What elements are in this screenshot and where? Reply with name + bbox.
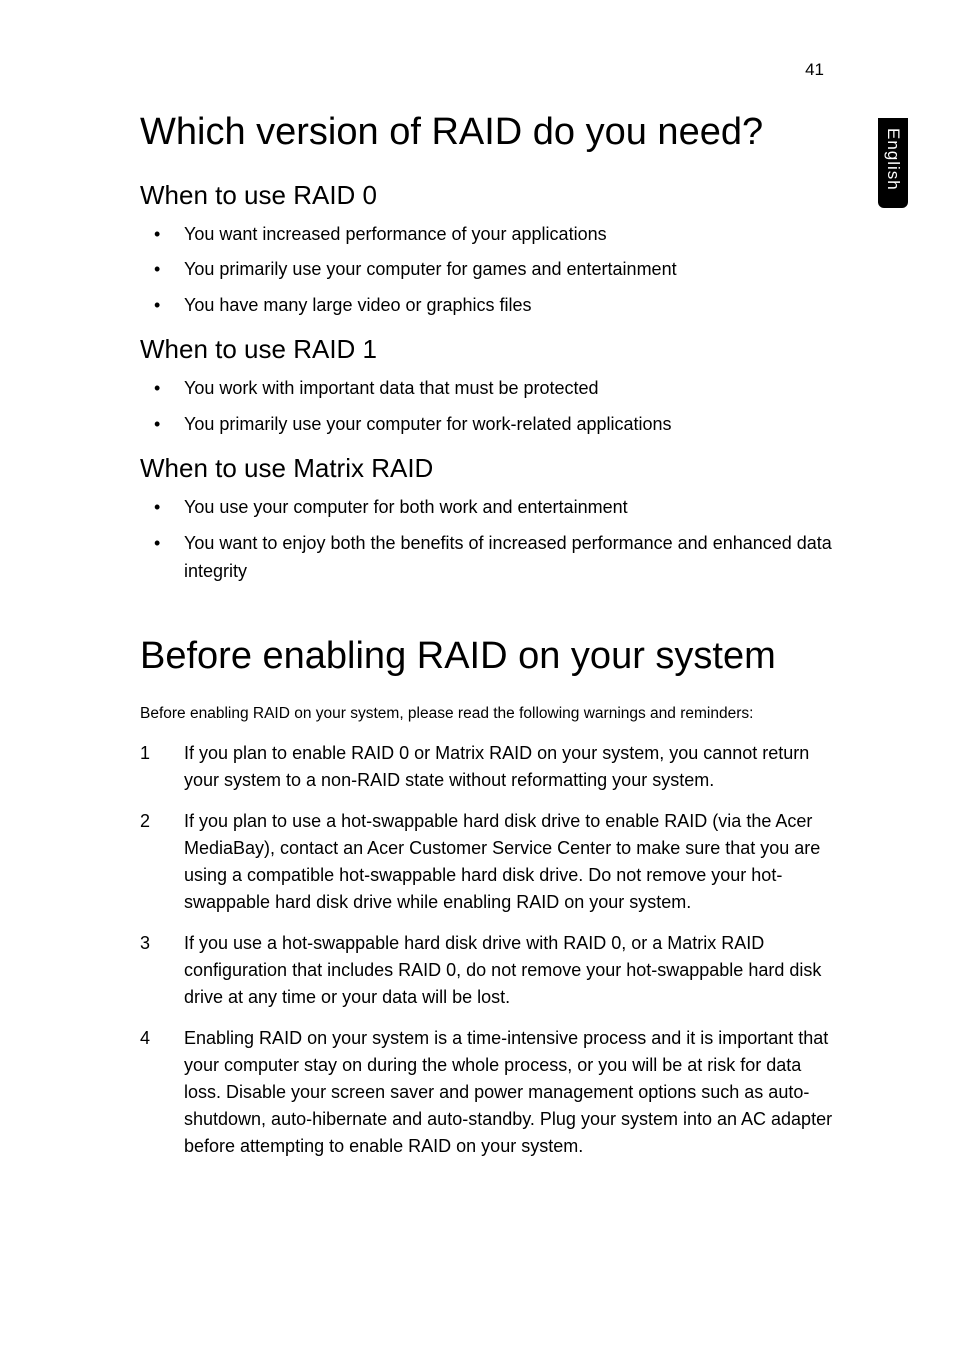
page: 41 English Which version of RAID do you … bbox=[0, 0, 954, 1369]
list-item: 4 Enabling RAID on your system is a time… bbox=[140, 1025, 834, 1160]
list-item: You use your computer for both work and … bbox=[140, 494, 834, 522]
list-item: You primarily use your computer for game… bbox=[140, 256, 834, 284]
list-item: 3 If you use a hot-swappable hard disk d… bbox=[140, 930, 834, 1011]
language-tab: English bbox=[878, 118, 908, 208]
subheading-matrix: When to use Matrix RAID bbox=[140, 453, 834, 484]
list-raid0: You want increased performance of your a… bbox=[140, 221, 834, 321]
list-number: 2 bbox=[140, 808, 150, 835]
list-item: You primarily use your computer for work… bbox=[140, 411, 834, 439]
page-number: 41 bbox=[805, 60, 824, 80]
list-text: Enabling RAID on your system is a time-i… bbox=[184, 1028, 832, 1156]
list-item: You have many large video or graphics fi… bbox=[140, 292, 834, 320]
heading-before-enabling: Before enabling RAID on your system bbox=[140, 634, 834, 680]
heading-which-version: Which version of RAID do you need? bbox=[140, 110, 834, 156]
list-item: You want increased performance of your a… bbox=[140, 221, 834, 249]
list-text: If you use a hot-swappable hard disk dri… bbox=[184, 933, 821, 1007]
list-matrix: You use your computer for both work and … bbox=[140, 494, 834, 586]
language-tab-label: English bbox=[883, 128, 903, 191]
list-number: 1 bbox=[140, 740, 150, 767]
subheading-raid1: When to use RAID 1 bbox=[140, 334, 834, 365]
list-item: 2 If you plan to use a hot-swappable har… bbox=[140, 808, 834, 916]
list-text: If you plan to enable RAID 0 or Matrix R… bbox=[184, 743, 809, 790]
lead-paragraph: Before enabling RAID on your system, ple… bbox=[140, 703, 834, 725]
list-item: You want to enjoy both the benefits of i… bbox=[140, 530, 834, 586]
list-number: 4 bbox=[140, 1025, 150, 1052]
list-raid1: You work with important data that must b… bbox=[140, 375, 834, 439]
subheading-raid0: When to use RAID 0 bbox=[140, 180, 834, 211]
list-text: If you plan to use a hot-swappable hard … bbox=[184, 811, 820, 912]
list-number: 3 bbox=[140, 930, 150, 957]
list-item: 1 If you plan to enable RAID 0 or Matrix… bbox=[140, 740, 834, 794]
warnings-list: 1 If you plan to enable RAID 0 or Matrix… bbox=[140, 740, 834, 1160]
list-item: You work with important data that must b… bbox=[140, 375, 834, 403]
